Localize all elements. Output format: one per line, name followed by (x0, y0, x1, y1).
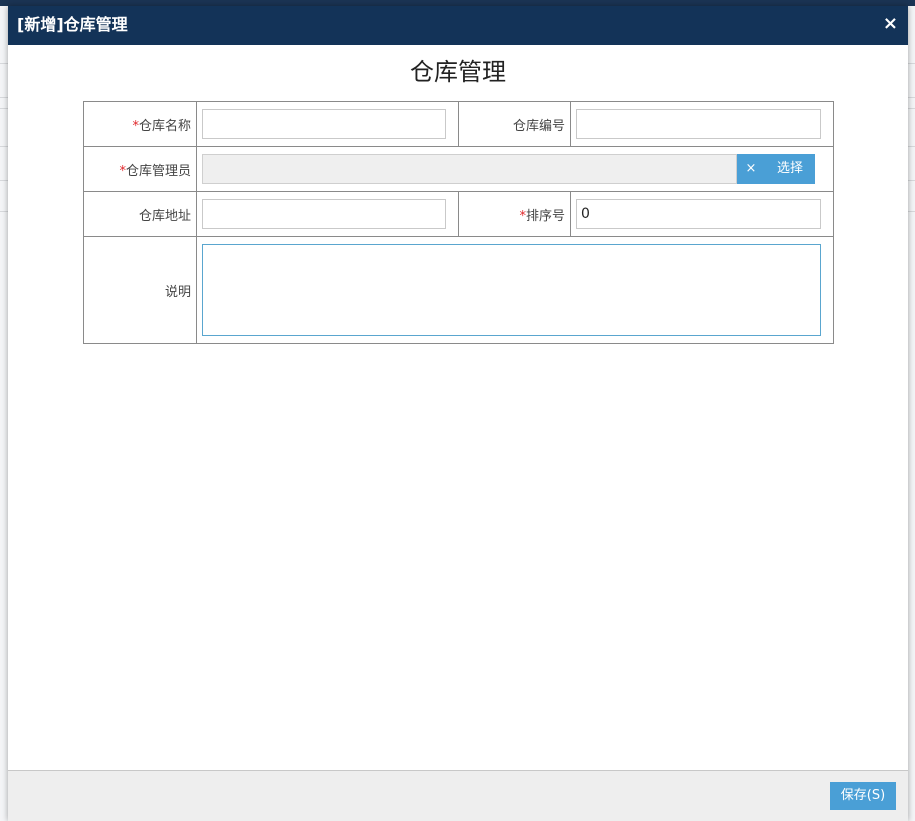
form-row: *仓库名称 仓库编号 (83, 101, 834, 147)
dialog-title: [新增]仓库管理 (17, 15, 128, 34)
dialog-titlebar: [新增]仓库管理 × (8, 6, 908, 45)
form-title: 仓库管理 (410, 58, 506, 86)
save-button[interactable]: 保存(S) (830, 782, 896, 810)
warehouse-code-label: 仓库编号 (458, 101, 571, 147)
remark-label: 说明 (83, 236, 197, 344)
form-row: 仓库地址 *排序号 (83, 191, 834, 237)
warehouse-address-input[interactable] (202, 199, 446, 229)
warehouse-name-input[interactable] (202, 109, 446, 139)
close-icon[interactable]: × (883, 13, 898, 35)
remark-textarea[interactable] (202, 244, 821, 336)
sort-number-input[interactable] (576, 199, 821, 229)
warehouse-form: *仓库名称 仓库编号 *仓库管理员 × 选择 仓库地址 *排序号 说明 (83, 101, 834, 344)
dialog-footer: 保存(S) (8, 770, 908, 821)
warehouse-manager-label: *仓库管理员 (83, 146, 197, 192)
warehouse-code-input[interactable] (576, 109, 821, 139)
form-row: 说明 (83, 236, 834, 344)
sort-number-label: *排序号 (458, 191, 571, 237)
warehouse-address-label: 仓库地址 (83, 191, 197, 237)
warehouse-manager-picker: × 选择 (202, 154, 815, 184)
warehouse-manager-input[interactable] (202, 154, 737, 184)
choose-manager-button[interactable]: 选择 (765, 154, 815, 184)
add-warehouse-dialog: [新增]仓库管理 × 仓库管理 *仓库名称 仓库编号 *仓库管理员 × 选择 仓… (8, 6, 908, 821)
clear-manager-button[interactable]: × (737, 154, 765, 184)
warehouse-name-label: *仓库名称 (83, 101, 197, 147)
form-row: *仓库管理员 × 选择 (83, 146, 834, 192)
